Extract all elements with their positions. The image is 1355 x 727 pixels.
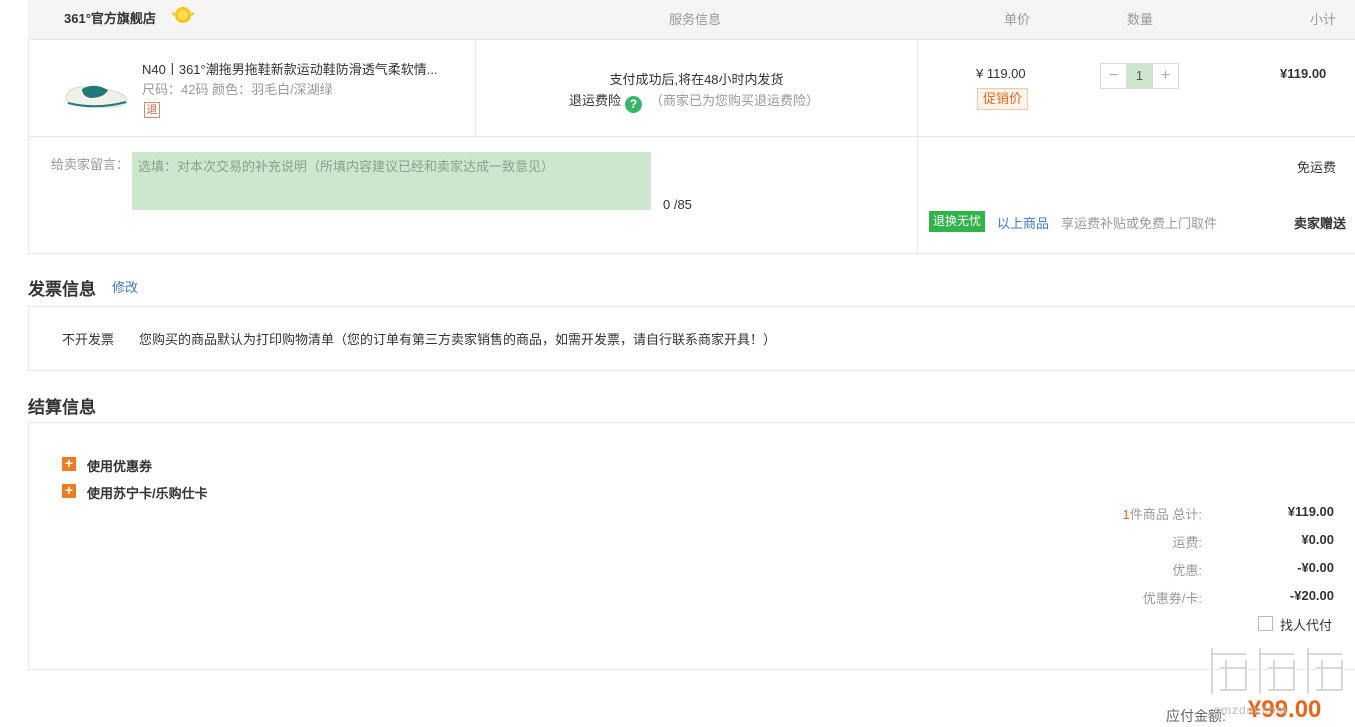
help-icon[interactable]: ? bbox=[625, 96, 643, 113]
free-shipping-text: 免运费 bbox=[1297, 160, 1337, 175]
divider bbox=[28, 136, 1355, 137]
seller-gift-text: 卖家赠送 bbox=[1294, 216, 1347, 231]
unit-price: ¥ 119.00 bbox=[976, 66, 1026, 81]
proxy-pay-label[interactable]: 找人代付 bbox=[1280, 615, 1332, 634]
seller-message-label: 给卖家留言： bbox=[51, 157, 130, 172]
store-name-link[interactable]: 361°官方旗舰店 bbox=[64, 8, 156, 27]
seller-message-input[interactable] bbox=[132, 152, 651, 210]
promo-price-tag: 促销价 bbox=[977, 88, 1029, 110]
discount-label: 优惠: bbox=[1172, 563, 1202, 578]
coupon-label: 优惠券/卡: bbox=[1142, 591, 1202, 606]
qty-minus-button[interactable]: − bbox=[1101, 64, 1126, 88]
total-label-text: 件商品 总计: bbox=[1129, 507, 1202, 522]
product-image[interactable] bbox=[60, 72, 132, 116]
use-card-option[interactable]: 使用苏宁卡/乐购仕卡 bbox=[87, 483, 208, 502]
watermark-url: smzdm.com bbox=[1214, 703, 1288, 717]
invoice-type: 不开发票 bbox=[62, 332, 115, 347]
discount-value: -¥0.00 bbox=[1297, 560, 1334, 575]
invoice-desc: 您购买的商品默认为打印购物清单（您的订单有第三方卖家销售的商品，如需开发票，请自… bbox=[139, 332, 777, 347]
return-worry-free-badge: 退换无忧 bbox=[929, 211, 986, 232]
proxy-pay-checkbox[interactable] bbox=[1258, 616, 1273, 631]
freight-label: 运费: bbox=[1172, 535, 1202, 550]
return-products-link[interactable]: 以上商品 bbox=[997, 213, 1049, 232]
item-count: 1 bbox=[1122, 507, 1130, 522]
col-head-quantity: 数量 bbox=[1127, 12, 1154, 27]
qty-plus-button[interactable]: + bbox=[1153, 64, 1178, 88]
coupon-value: -¥20.00 bbox=[1289, 588, 1334, 603]
return-insurance: 退运费险? （商家已为您购买退运费险） bbox=[569, 90, 819, 113]
expand-card-icon[interactable]: + bbox=[62, 483, 76, 498]
return-service-badge: 退 bbox=[144, 102, 160, 118]
item-subtotal: ¥119.00 bbox=[1280, 66, 1327, 81]
total-value: ¥119.00 bbox=[1287, 504, 1334, 519]
qty-input[interactable]: 1 bbox=[1126, 64, 1153, 88]
product-title-link[interactable]: N40丨361°潮拖男拖鞋新款运动鞋防滑透气柔软情... bbox=[142, 59, 460, 78]
watermark-logo bbox=[1209, 648, 1345, 694]
settlement-section-title: 结算信息 bbox=[28, 398, 96, 417]
divider bbox=[917, 40, 918, 254]
store-badge-icon bbox=[172, 7, 194, 23]
product-spec: 尺码：42码 颜色：羽毛白/深湖绿 bbox=[142, 82, 333, 97]
freight-value: ¥0.00 bbox=[1301, 532, 1334, 547]
divider bbox=[475, 40, 476, 136]
col-head-subtotal: 小计 bbox=[1310, 12, 1337, 27]
use-coupon-option[interactable]: 使用优惠券 bbox=[87, 456, 152, 475]
total-label: 1件商品 总计: bbox=[1060, 504, 1202, 523]
quantity-stepper: − 1 + bbox=[1100, 63, 1179, 89]
col-head-service: 服务信息 bbox=[669, 12, 722, 27]
expand-coupon-icon[interactable]: + bbox=[62, 456, 76, 471]
return-desc: 享运费补贴或免费上门取件 bbox=[1061, 216, 1218, 231]
delivery-promise: 支付成功后,将在48小时内发货 bbox=[609, 72, 784, 87]
invoice-section-title: 发票信息 bbox=[28, 280, 96, 299]
return-insurance-label: 退运费险 bbox=[569, 93, 622, 108]
message-char-count: 0 /85 bbox=[663, 197, 692, 212]
return-insurance-note: （商家已为您购买退运费险） bbox=[650, 93, 820, 108]
invoice-edit-link[interactable]: 修改 bbox=[112, 277, 138, 296]
col-head-unit-price: 单价 bbox=[1004, 12, 1031, 27]
